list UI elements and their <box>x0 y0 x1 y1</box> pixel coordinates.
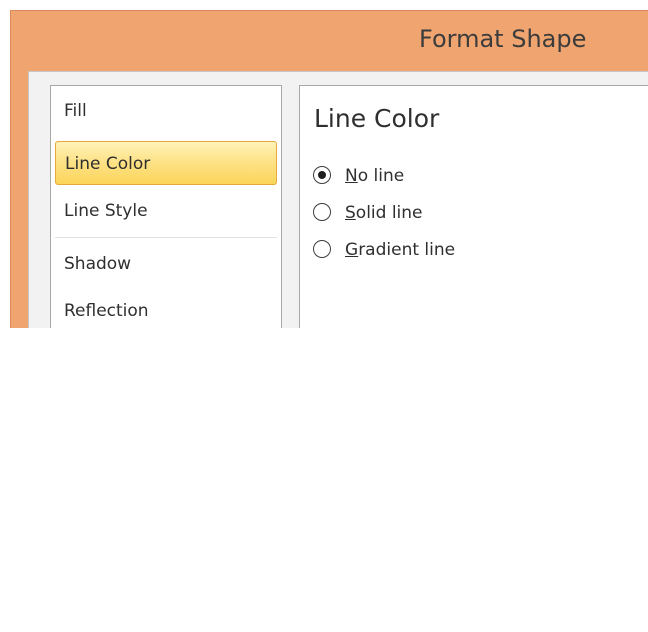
sidebar-item-line-style[interactable]: Line Style <box>55 189 277 233</box>
solid-line-option[interactable]: Solid line <box>313 201 533 227</box>
no-line-option[interactable]: No line <box>313 164 533 190</box>
sidebar-item-label: Reflection <box>64 301 149 321</box>
dialog-content: Fill Line Color Line Style Shadow Reflec… <box>28 71 648 328</box>
no-line-radio[interactable] <box>313 166 331 184</box>
sidebar-item-fill[interactable]: Fill <box>55 89 277 133</box>
sidebar-item-line-color[interactable]: Line Color <box>55 141 277 185</box>
solid-line-label[interactable]: Solid line <box>345 201 423 225</box>
gradient-line-label[interactable]: Gradient line <box>345 238 455 262</box>
sidebar-item-label: Line Color <box>65 154 151 174</box>
format-shape-dialog: Format Shape Fill Line Color Line Style … <box>10 10 648 328</box>
sidebar-item-reflection[interactable]: Reflection <box>55 289 277 328</box>
gradient-line-radio[interactable] <box>313 240 331 258</box>
no-line-label[interactable]: No line <box>345 164 404 188</box>
radio-selected-dot <box>318 171 326 179</box>
sidebar-divider <box>55 237 277 238</box>
sidebar-item-shadow[interactable]: Shadow <box>55 242 277 286</box>
sidebar-item-label: Line Style <box>64 201 148 221</box>
gradient-line-option[interactable]: Gradient line <box>313 238 533 264</box>
solid-line-radio[interactable] <box>313 203 331 221</box>
sidebar-item-label: Fill <box>64 101 87 121</box>
dialog-title: Format Shape <box>419 25 587 53</box>
settings-panel: Line Color No line Solid line Gradient l… <box>299 85 648 328</box>
category-sidebar: Fill Line Color Line Style Shadow Reflec… <box>50 85 282 328</box>
sidebar-item-label: Shadow <box>64 254 132 274</box>
panel-title: Line Color <box>314 104 440 133</box>
